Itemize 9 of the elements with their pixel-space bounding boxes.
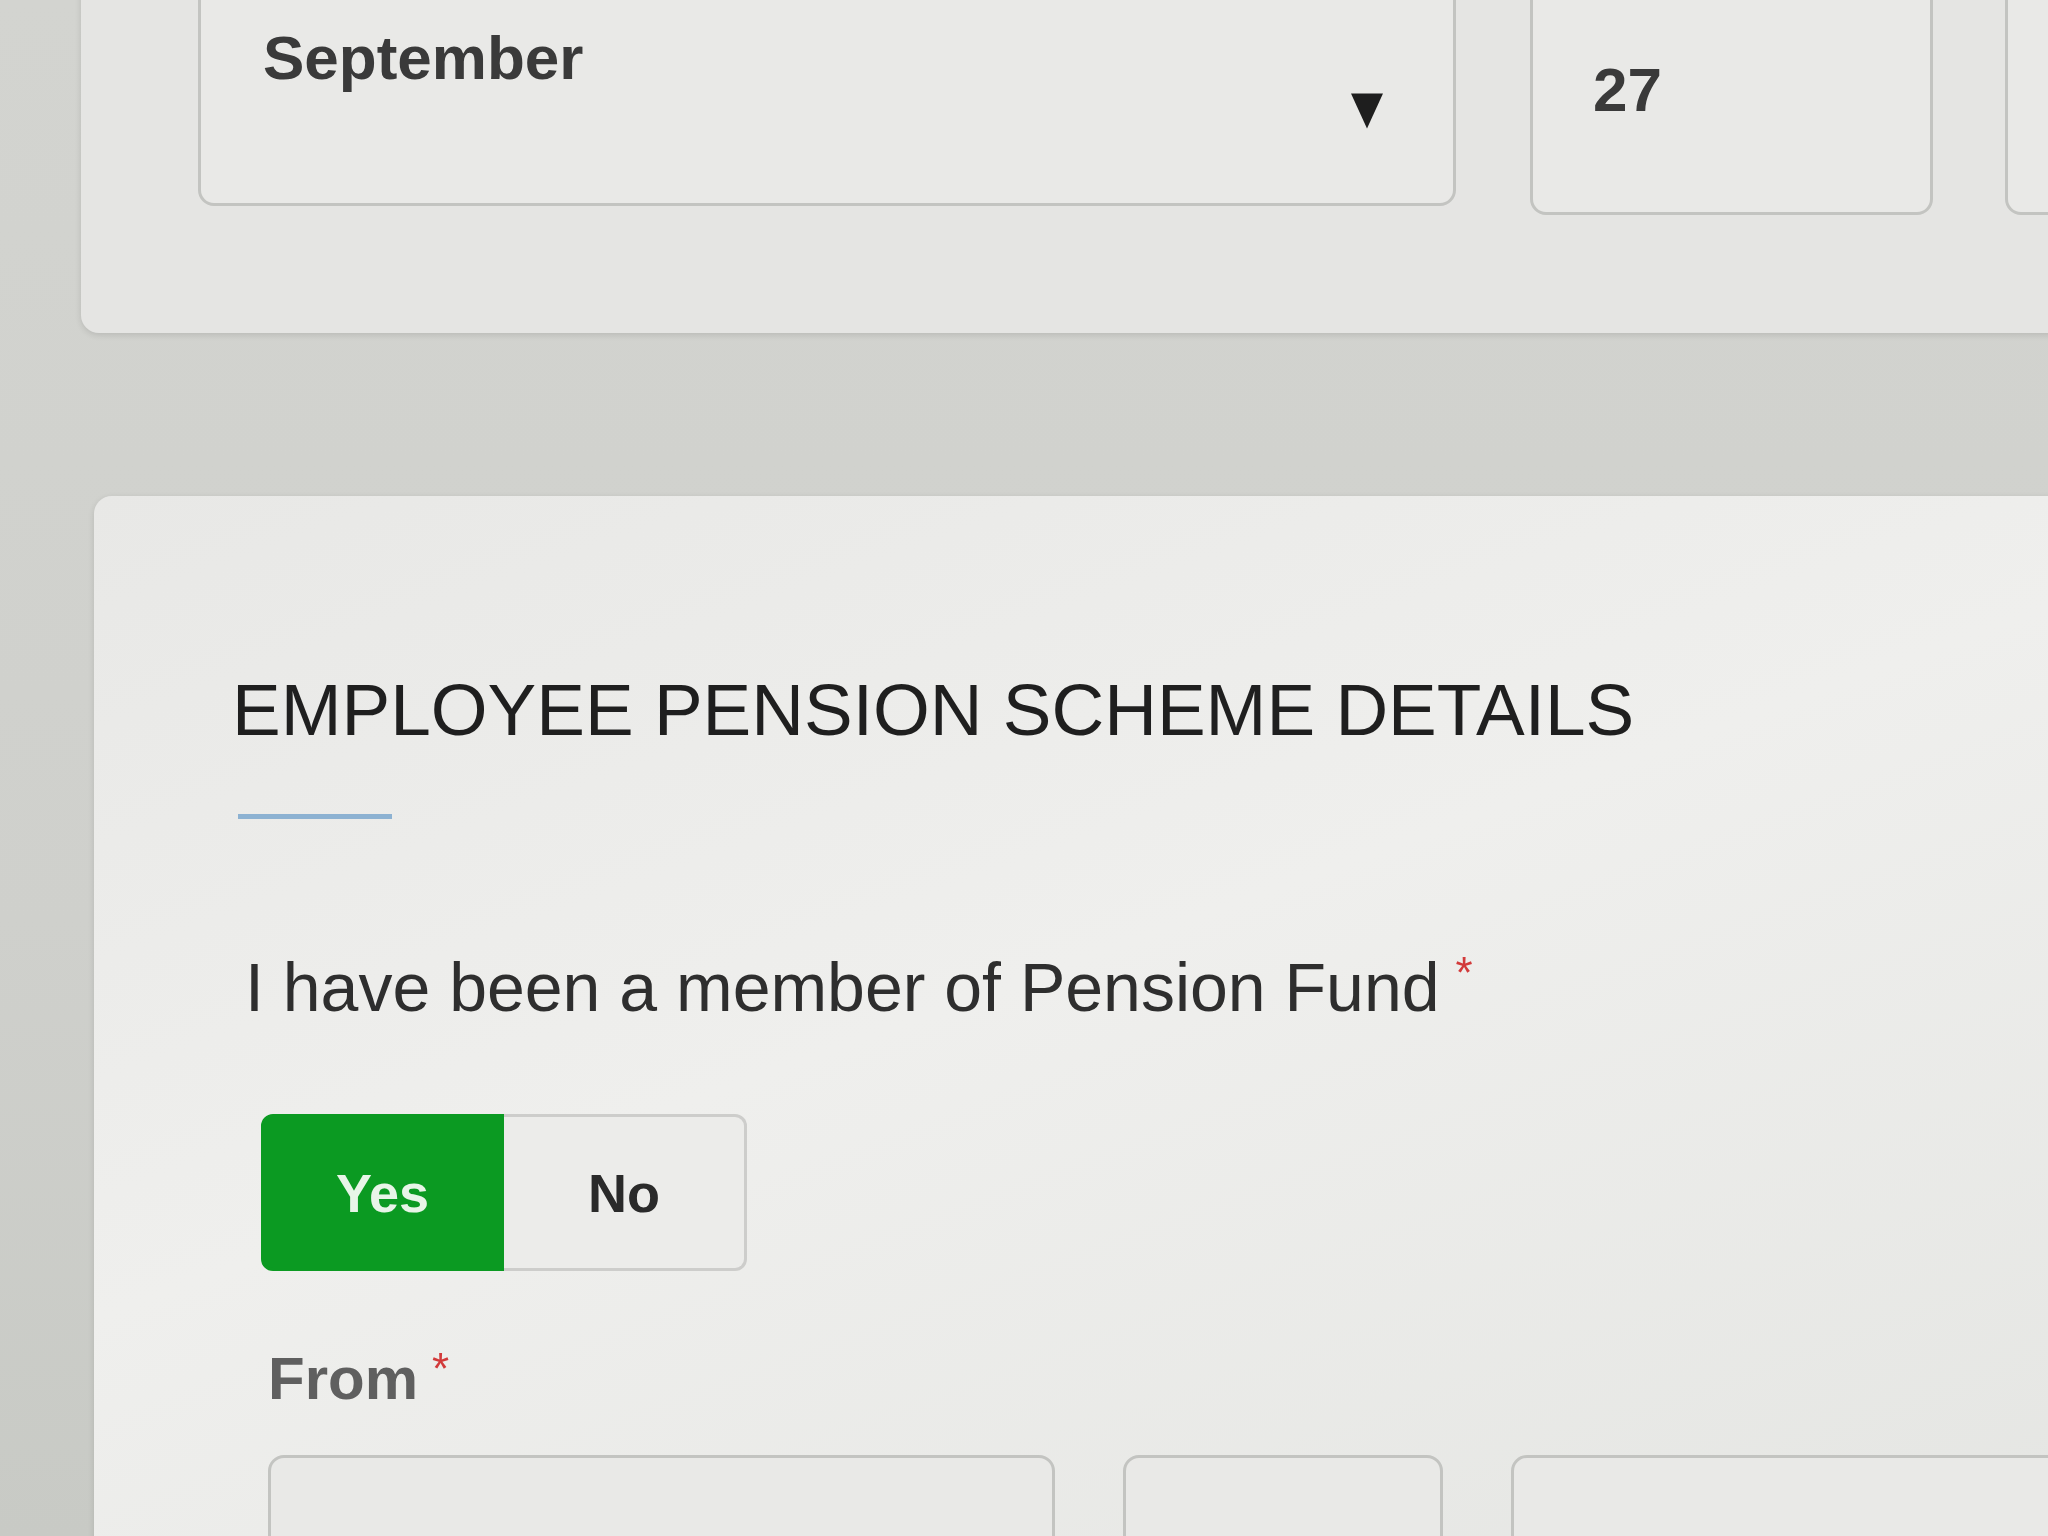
from-label: From xyxy=(268,1344,418,1415)
required-mark: * xyxy=(432,1347,450,1392)
month-select[interactable]: September xyxy=(198,0,1456,206)
question-label: I have been a member of Pension Fund xyxy=(245,947,1440,1027)
day-field[interactable]: 27 xyxy=(1530,0,1933,215)
required-mark: * xyxy=(1455,950,1473,995)
caret-icon xyxy=(1351,93,1383,129)
section-title: EMPLOYEE PENSION SCHEME DETAILS xyxy=(232,668,1635,752)
option-toggle[interactable]: No xyxy=(504,1114,747,1272)
